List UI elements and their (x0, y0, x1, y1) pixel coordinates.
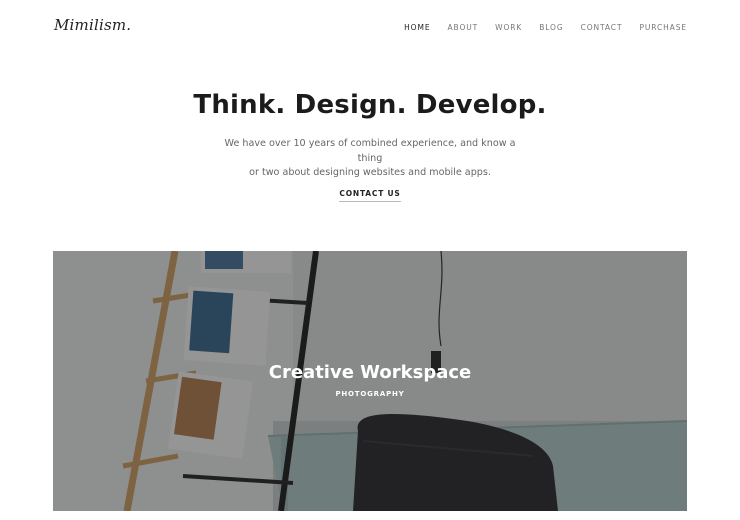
hero-title: Think. Design. Develop. (193, 90, 547, 120)
nav-item-about[interactable]: ABOUT (448, 23, 479, 32)
nav-item-blog[interactable]: BLOG (539, 23, 563, 32)
site-header: Mimilism. HOME ABOUT WORK BLOG CONTACT P… (0, 0, 740, 56)
project-category: PHOTOGRAPHY (335, 390, 405, 398)
nav-item-home[interactable]: HOME (404, 23, 430, 32)
project-title: Creative Workspace (268, 362, 472, 383)
featured-project-card[interactable]: Creative Workspace PHOTOGRAPHY (53, 251, 687, 511)
nav-item-purchase[interactable]: PURCHASE (639, 23, 687, 32)
contact-us-link[interactable]: CONTACT US (339, 189, 401, 202)
hero-description: We have over 10 years of combined experi… (220, 137, 520, 181)
hero-description-line-1: We have over 10 years of combined experi… (224, 138, 516, 164)
site-logo[interactable]: Mimilism. (54, 16, 131, 34)
hero-description-line-2: or two about designing websites and mobi… (249, 167, 491, 178)
main-nav: HOME ABOUT WORK BLOG CONTACT PURCHASE (387, 23, 687, 32)
nav-item-work[interactable]: WORK (495, 23, 522, 32)
hero-cta-wrapper: CONTACT US (0, 181, 740, 202)
nav-item-contact[interactable]: CONTACT (581, 23, 623, 32)
